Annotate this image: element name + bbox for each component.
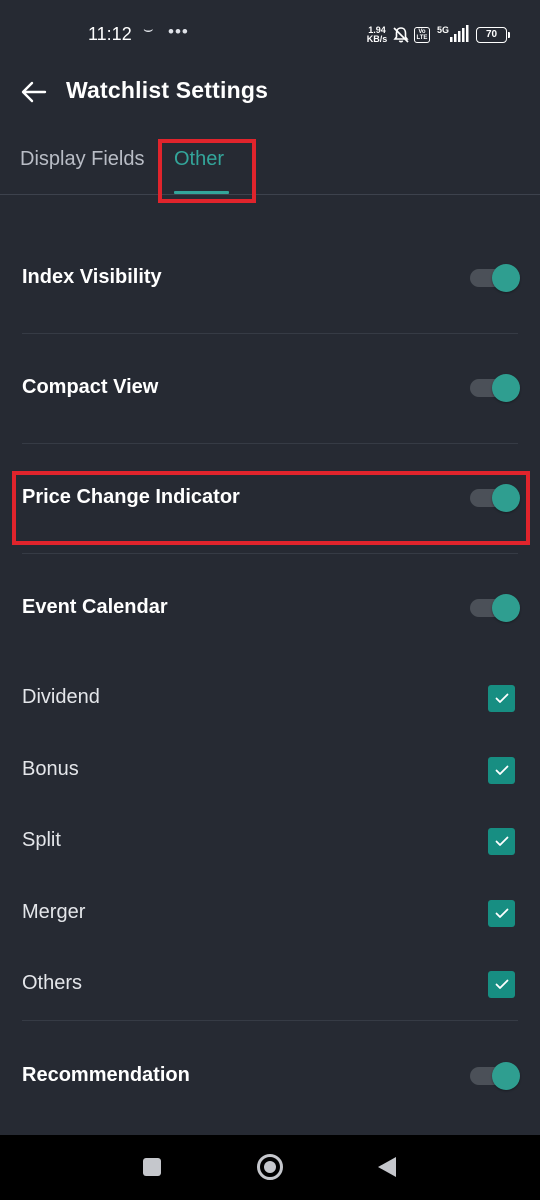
page-title: Watchlist Settings [66, 77, 269, 103]
compact-view-label: Compact View [22, 376, 159, 398]
amazon-smile-icon: ⌣ [143, 21, 154, 38]
volte-bottom: LTE [416, 35, 428, 41]
merger-label: Merger [22, 901, 86, 923]
row-divider [22, 443, 518, 444]
volte-icon: Vo LTE [414, 27, 430, 43]
tabs-divider [0, 194, 540, 195]
bonus-label: Bonus [22, 758, 79, 780]
recommendation-label: Recommendation [22, 1064, 190, 1086]
toggle-knob [492, 484, 520, 512]
tab-display-fields[interactable]: Display Fields [20, 148, 144, 171]
row-divider [22, 333, 518, 334]
status-bar: 11:12 ⌣ ••• 1.94 KB/s Vo LTE 5G 70 [0, 0, 540, 70]
check-icon [495, 979, 508, 989]
split-checkbox[interactable] [488, 828, 515, 855]
recents-button[interactable] [143, 1158, 161, 1176]
signal-strength-icon [450, 25, 469, 42]
home-button[interactable] [257, 1154, 283, 1180]
others-label: Others [22, 972, 83, 994]
network-speed: 1.94 KB/s [364, 26, 390, 44]
arrow-left-icon [21, 81, 47, 103]
toggle-knob [492, 374, 520, 402]
row-divider [22, 553, 518, 554]
index-visibility-toggle[interactable] [468, 264, 520, 292]
battery-icon: 70 [476, 27, 510, 43]
check-icon [495, 836, 508, 846]
price-change-indicator-toggle[interactable] [468, 484, 520, 512]
price-change-indicator-label: Price Change Indicator [22, 486, 240, 508]
check-icon [495, 908, 508, 918]
toggle-knob [492, 1062, 520, 1090]
check-icon [495, 693, 508, 703]
row-divider [22, 1020, 518, 1021]
more-notifications-icon: ••• [168, 22, 189, 41]
dividend-checkbox[interactable] [488, 685, 515, 712]
bell-off-icon [393, 27, 409, 43]
battery-level: 70 [476, 27, 507, 43]
dividend-label: Dividend [22, 686, 100, 708]
merger-checkbox[interactable] [488, 900, 515, 927]
back-button[interactable] [14, 72, 54, 112]
check-icon [495, 765, 508, 775]
toggle-knob [492, 594, 520, 622]
event-calendar-toggle[interactable] [468, 594, 520, 622]
nav-back-button[interactable] [376, 1156, 398, 1178]
home-icon [264, 1161, 276, 1173]
network-speed-unit: KB/s [366, 34, 388, 44]
toggle-knob [492, 264, 520, 292]
compact-view-toggle[interactable] [468, 374, 520, 402]
battery-tip [508, 32, 510, 38]
triangle-back-icon [378, 1157, 396, 1177]
event-calendar-label: Event Calendar [22, 596, 168, 618]
index-visibility-label: Index Visibility [22, 266, 162, 288]
bonus-checkbox[interactable] [488, 757, 515, 784]
split-label: Split [22, 829, 61, 851]
tab-other[interactable]: Other [174, 148, 224, 171]
others-checkbox[interactable] [488, 971, 515, 998]
status-time: 11:12 [88, 24, 132, 44]
recommendation-toggle[interactable] [468, 1062, 520, 1090]
